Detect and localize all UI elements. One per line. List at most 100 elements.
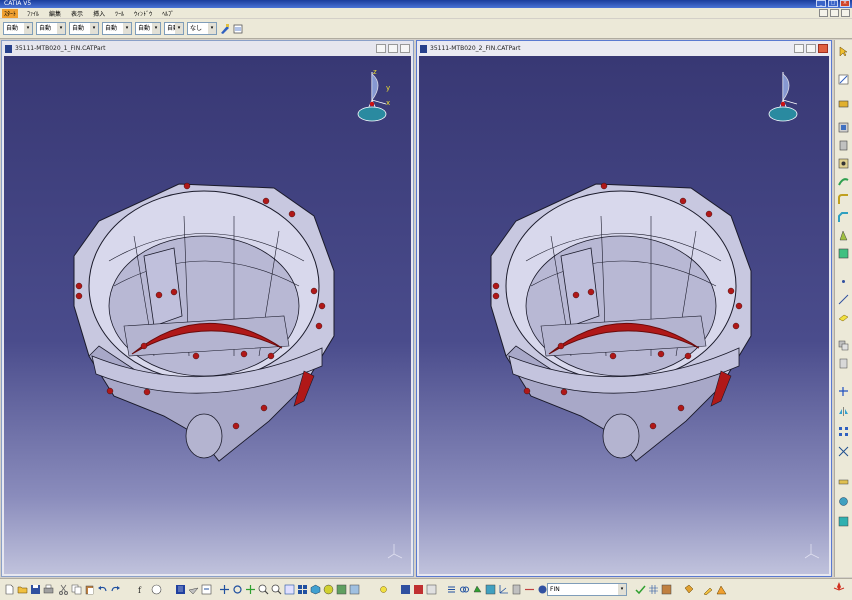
menu-start[interactable]: ｽﾀｰﾄ (2, 8, 19, 18)
window-minimize-button[interactable] (794, 44, 804, 53)
redo-icon[interactable] (110, 584, 121, 595)
layer-combo[interactable]: なし ▾ (187, 22, 217, 35)
line-icon[interactable] (838, 294, 849, 305)
menu-file[interactable]: ﾌｧｲﾙ (26, 9, 40, 18)
maximize-button[interactable]: □ (828, 0, 838, 7)
undo-icon[interactable] (97, 584, 108, 595)
shell-icon[interactable] (838, 248, 849, 259)
update-icon[interactable] (472, 584, 483, 595)
menu-window[interactable]: ｳｨﾝﾄﾞｳ (133, 9, 153, 18)
grid-icon[interactable] (648, 584, 659, 595)
transform-icon[interactable] (838, 386, 849, 397)
pad-icon[interactable] (838, 98, 849, 109)
apply-icon[interactable] (635, 584, 646, 595)
scan-icon[interactable] (485, 584, 496, 595)
new-icon[interactable] (4, 584, 15, 595)
reorder-icon[interactable] (446, 584, 457, 595)
move-icon[interactable] (245, 584, 256, 595)
shading-icon[interactable] (323, 584, 334, 595)
cut-icon[interactable] (58, 584, 69, 595)
draft-icon[interactable] (838, 230, 849, 241)
compass-icon[interactable]: z y x (357, 68, 390, 122)
chamfer-icon[interactable] (838, 212, 849, 223)
window-close-button[interactable] (818, 44, 828, 53)
define-in-work-object-icon[interactable] (511, 584, 522, 595)
zoom-out-icon[interactable] (271, 584, 282, 595)
link-icon[interactable] (459, 584, 470, 595)
transmission-housing-part[interactable] (490, 182, 752, 462)
line-thickness-combo[interactable]: 自動 ▾ (69, 22, 99, 35)
menu-tools[interactable]: ﾂｰﾙ (114, 9, 125, 18)
publication-icon[interactable] (524, 584, 535, 595)
close-button[interactable]: × (840, 0, 850, 7)
chevron-down-icon[interactable]: ▾ (123, 23, 131, 34)
measure-icon[interactable] (838, 476, 849, 487)
point-type-combo[interactable]: 自動 ▾ (135, 22, 161, 35)
transmission-housing-part[interactable] (73, 182, 335, 462)
apply-material-icon[interactable] (838, 516, 849, 527)
parameter-icon[interactable] (426, 584, 437, 595)
zoom-in-icon[interactable] (258, 584, 269, 595)
normal-view-icon[interactable] (284, 584, 295, 595)
shaft-icon[interactable] (838, 140, 849, 151)
paste-icon[interactable] (84, 584, 95, 595)
properties-icon[interactable] (233, 23, 243, 35)
menu-help[interactable]: ﾍﾙﾌﾟ (161, 9, 175, 18)
pocket-icon[interactable] (838, 122, 849, 133)
pan-icon[interactable] (219, 584, 230, 595)
mirror-icon[interactable] (838, 406, 849, 417)
select-arrow-icon[interactable] (838, 46, 849, 57)
rib-icon[interactable] (838, 176, 849, 187)
rendering-style-combo[interactable]: 自動 ▾ (164, 22, 184, 35)
menu-edit[interactable]: 編集 (48, 9, 62, 18)
chevron-down-icon[interactable]: ▾ (57, 23, 65, 34)
window-close-button[interactable] (400, 44, 410, 53)
save-icon[interactable] (30, 584, 41, 595)
drawing-icon[interactable] (703, 584, 714, 595)
body-icon[interactable] (838, 358, 849, 369)
catalog-icon[interactable] (400, 584, 411, 595)
minimize-button[interactable]: _ (816, 0, 826, 7)
pattern-icon[interactable] (838, 426, 849, 437)
iso-view-icon[interactable] (310, 584, 321, 595)
window-maximize-button[interactable] (806, 44, 816, 53)
chevron-down-icon[interactable]: ▾ (618, 584, 626, 595)
multi-view-icon[interactable] (297, 584, 308, 595)
paint-bucket-icon[interactable] (683, 584, 694, 595)
menu-insert[interactable]: 挿入 (92, 9, 106, 18)
plane-icon[interactable] (838, 312, 849, 323)
window-minimize-button[interactable] (376, 44, 386, 53)
hole-icon[interactable] (838, 158, 849, 169)
analysis-icon[interactable] (838, 496, 849, 507)
compass-icon[interactable] (768, 72, 798, 122)
axis-system-icon[interactable] (498, 584, 509, 595)
transparency-combo[interactable]: 自動 ▾ (36, 22, 66, 35)
mdi-restore-button[interactable] (830, 9, 839, 17)
formula-icon[interactable]: f (138, 584, 149, 595)
hide-show-icon[interactable] (336, 584, 347, 595)
menu-view[interactable]: 表示 (70, 9, 84, 18)
painter-icon[interactable] (220, 23, 230, 35)
knowledge-icon[interactable] (413, 584, 424, 595)
window-maximize-button[interactable] (388, 44, 398, 53)
mdi-minimize-button[interactable] (819, 9, 828, 17)
3d-viewport[interactable]: z y x (4, 56, 411, 574)
window-title-bar[interactable]: 35111-MTB020_2_FIN.CATPart (417, 41, 831, 56)
whats-this-icon[interactable] (151, 584, 162, 595)
chevron-down-icon[interactable]: ▾ (152, 23, 160, 34)
lighting-icon[interactable] (378, 584, 389, 595)
open-icon[interactable] (17, 584, 28, 595)
chevron-down-icon[interactable]: ▾ (24, 23, 32, 34)
point-icon[interactable] (838, 276, 849, 287)
mdi-close-button[interactable] (841, 9, 850, 17)
fillet-icon[interactable] (838, 194, 849, 205)
document-window-2[interactable]: 35111-MTB020_2_FIN.CATPart (416, 40, 832, 577)
fit-all-icon[interactable] (201, 584, 212, 595)
print-icon[interactable] (43, 584, 54, 595)
scale-icon[interactable] (838, 446, 849, 457)
swap-visible-icon[interactable] (349, 584, 360, 595)
spec-tree-icon[interactable] (175, 584, 186, 595)
boolean-icon[interactable] (838, 340, 849, 351)
body-selector-combo[interactable]: FIN ▾ (547, 583, 627, 596)
document-window-1[interactable]: 35111-MTB020_1_FIN.CATPart z y x (1, 40, 414, 577)
